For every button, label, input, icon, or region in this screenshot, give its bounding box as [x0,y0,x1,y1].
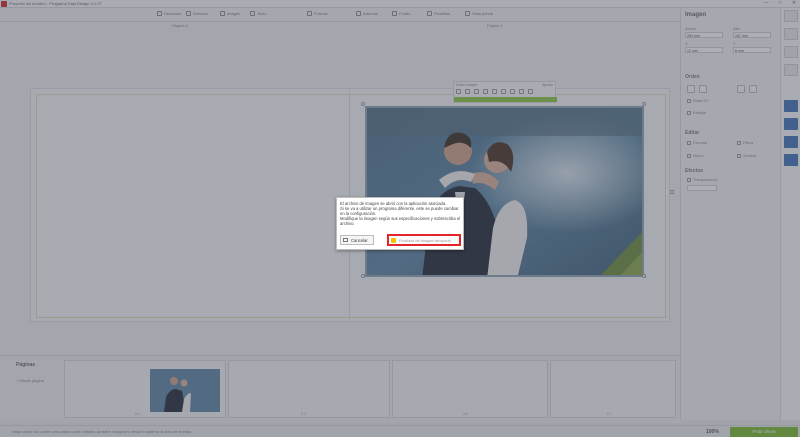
cancel-icon [343,238,348,242]
finish-temporary-image-button[interactable]: Finalizar de imagen temporal [387,234,461,246]
dialog-message: El archivo de imagen se abrió con la apl… [340,201,461,227]
external-edit-dialog: El archivo de imagen se abrió con la apl… [336,197,464,250]
cancel-button[interactable]: Cancelar [340,235,374,245]
finish-icon [391,237,396,243]
